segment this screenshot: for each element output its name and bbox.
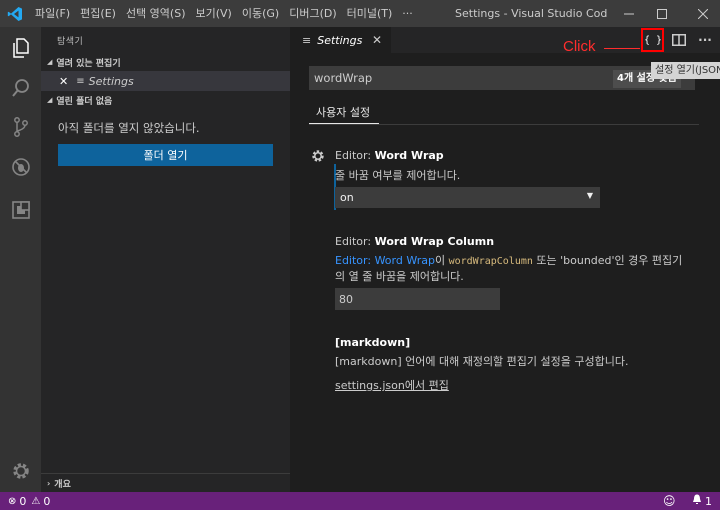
- source-control-icon[interactable]: [0, 108, 41, 146]
- title-bar: 파일(F) 편집(E) 선택 영역(S) 보기(V) 이동(G) 디버그(D) …: [0, 0, 720, 27]
- activity-bar: [0, 27, 41, 492]
- tab-settings-label: Settings: [317, 33, 363, 47]
- debug-icon[interactable]: [0, 148, 41, 186]
- chevron-down-icon: ◢: [47, 96, 53, 104]
- search-icon[interactable]: [0, 69, 41, 107]
- status-bar: ⊗ 0 ⚠ 0 ☺ 1: [0, 492, 720, 510]
- markdown-setting-title: [markdown]: [335, 336, 411, 349]
- tab-settings[interactable]: ≡ Settings ✕: [290, 27, 391, 53]
- more-actions-button[interactable]: ···: [694, 29, 716, 51]
- close-icon[interactable]: ✕: [372, 33, 382, 47]
- extensions-icon[interactable]: [0, 191, 41, 229]
- settings-editor: wordWrap 4개 설정 찾음 사용자 설정 Editor: Word Wr…: [290, 53, 720, 492]
- window-title: Settings - Visual Studio Code [관리자]: [455, 7, 607, 20]
- warning-icon: ⚠: [31, 495, 41, 507]
- menu-selection[interactable]: 선택 영역(S): [121, 0, 191, 27]
- menu-go[interactable]: 이동(G): [237, 0, 284, 27]
- close-editor-icon[interactable]: ✕: [59, 75, 68, 88]
- word-wrap-title: Editor: Word Wrap: [335, 149, 444, 162]
- markdown-setting-description: [markdown] 언어에 대해 재정의할 편집기 설정을 구성합니다.: [335, 355, 629, 368]
- error-icon: ⊗: [8, 495, 17, 507]
- settings-file-icon: ≡: [76, 75, 85, 87]
- ellipsis-icon: ···: [698, 33, 712, 47]
- word-wrap-column-title: Editor: Word Wrap Column: [335, 235, 495, 248]
- menu-debug[interactable]: 디버그(D): [284, 0, 341, 27]
- outline-header[interactable]: › 개요: [41, 473, 290, 492]
- setting-gear-icon[interactable]: [311, 149, 325, 163]
- open-folder-button[interactable]: 폴더 열기: [58, 144, 273, 166]
- explorer-sidebar: 탐색기 ◢ 열려 있는 편집기 ✕ ≡ Settings ◢ 열린 폴더 없음 …: [41, 27, 290, 492]
- chevron-right-icon: ›: [47, 478, 51, 488]
- manage-gear-icon[interactable]: [0, 452, 41, 490]
- notification-count: 1: [705, 495, 712, 508]
- open-settings-json-tooltip: 설정 열기(JSON): [651, 62, 720, 79]
- tab-user-settings[interactable]: 사용자 설정: [316, 104, 370, 120]
- sidebar-title: 탐색기: [57, 37, 84, 47]
- no-folder-message: 아직 폴더를 열지 않았습니다.: [58, 121, 200, 135]
- word-wrap-description: 줄 바꿈 여부를 제어합니다.: [335, 169, 461, 182]
- edit-in-settings-json-link[interactable]: settings.json에서 편집: [335, 377, 449, 393]
- menu-more[interactable]: ···: [397, 0, 418, 27]
- chevron-down-icon: ◢: [47, 58, 53, 66]
- error-count: 0: [19, 494, 27, 508]
- split-editor-button[interactable]: [668, 29, 690, 51]
- menu-terminal[interactable]: 터미널(T): [342, 0, 398, 27]
- bell-icon: [692, 494, 701, 504]
- settings-file-icon: ≡: [302, 33, 312, 47]
- no-folder-header[interactable]: ◢ 열린 폴더 없음: [41, 91, 290, 109]
- notifications-status[interactable]: 1: [692, 494, 712, 508]
- problems-status[interactable]: ⊗ 0 ⚠ 0: [8, 492, 50, 510]
- vscode-logo-icon: [0, 0, 30, 27]
- feedback-smiley-icon[interactable]: ☺: [663, 494, 676, 508]
- explorer-icon[interactable]: [0, 29, 41, 67]
- menu-view[interactable]: 보기(V): [190, 0, 236, 27]
- inline-code: wordWrapColumn: [448, 256, 533, 267]
- status-right: ☺ 1: [663, 492, 712, 510]
- dropdown-arrow-icon: ▼: [586, 191, 593, 200]
- word-wrap-column-description: Editor: Word Wrap이 wordWrapColumn 또는 'bo…: [335, 254, 683, 267]
- open-editor-item-settings[interactable]: ✕ ≡ Settings: [41, 71, 290, 91]
- word-wrap-link[interactable]: Editor: Word Wrap: [335, 254, 435, 267]
- menu-file[interactable]: 파일(F): [30, 0, 75, 27]
- open-editor-label: Settings: [88, 74, 134, 88]
- minimize-icon[interactable]: [614, 0, 644, 27]
- word-wrap-column-input[interactable]: 80: [335, 288, 500, 310]
- warning-count: 0: [43, 494, 51, 508]
- word-wrap-column-description-line2: 의 열 줄 바꿈을 제어합니다.: [335, 270, 464, 283]
- word-wrap-select[interactable]: on ▼: [335, 187, 600, 208]
- click-highlight-box: [641, 28, 664, 52]
- open-editors-header[interactable]: ◢ 열려 있는 편집기: [41, 53, 290, 71]
- menu-edit[interactable]: 편집(E): [75, 0, 121, 27]
- maximize-icon[interactable]: [647, 0, 677, 27]
- settings-tabs-divider: [309, 124, 699, 125]
- close-window-icon[interactable]: [688, 0, 718, 27]
- click-annotation-line: [604, 48, 640, 49]
- menu-bar: 파일(F) 편집(E) 선택 영역(S) 보기(V) 이동(G) 디버그(D) …: [30, 0, 418, 27]
- split-editor-icon: [672, 34, 686, 46]
